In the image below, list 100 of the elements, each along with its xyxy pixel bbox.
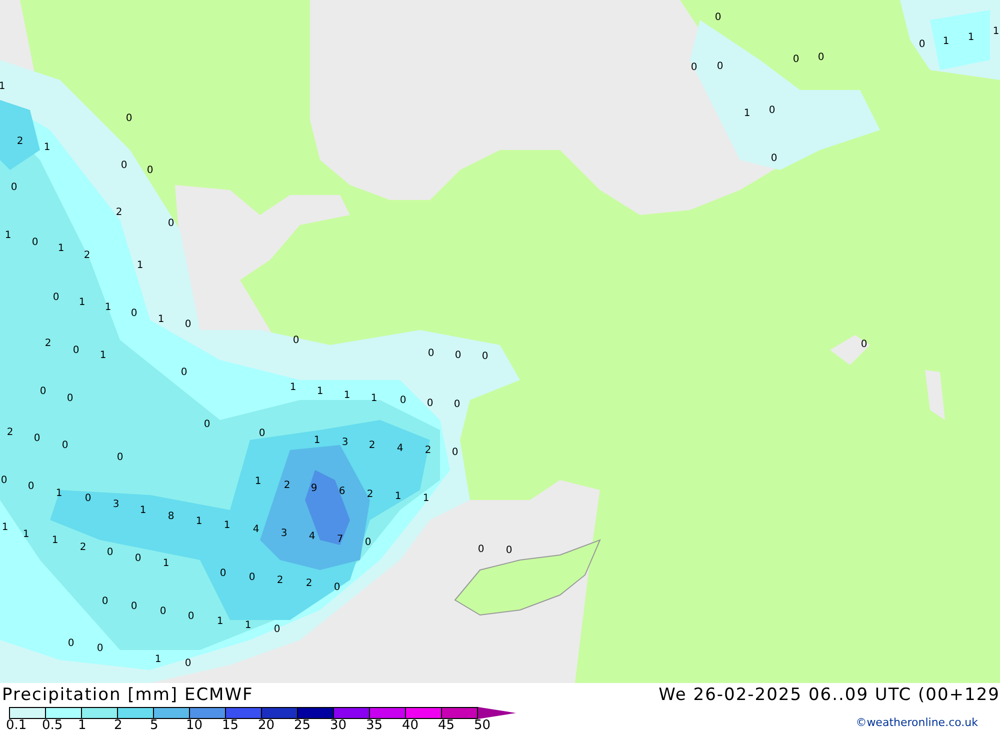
precipitation-value: 1 xyxy=(196,516,202,527)
legend-tick: 40 xyxy=(402,719,419,733)
precipitation-value: 2 xyxy=(424,445,432,456)
precipitation-value: 1 xyxy=(162,558,170,569)
legend-tick: 1 xyxy=(78,719,86,733)
precipitation-value: 1 xyxy=(314,435,320,446)
precipitation-value: 0 xyxy=(364,537,372,548)
precipitation-value: 1 xyxy=(216,616,224,627)
precipitation-value: 2 xyxy=(16,136,24,147)
legend-tick: 5 xyxy=(150,719,158,733)
precipitation-value: 1 xyxy=(104,302,112,313)
precipitation-value: 1 xyxy=(290,382,296,393)
credit-link[interactable]: ©weatheronline.co.uk xyxy=(856,716,978,729)
precipitation-value: 1 xyxy=(78,297,86,308)
precipitation-value: 2 xyxy=(6,427,14,438)
precipitation-value: 0 xyxy=(714,12,722,23)
precipitation-value: 1 xyxy=(44,142,50,153)
precipitation-value: 0 xyxy=(52,292,60,303)
precipitation-value: 1 xyxy=(992,26,1000,37)
precipitation-value: 0 xyxy=(188,611,194,622)
precipitation-value: 1 xyxy=(254,476,262,487)
legend-tick: 15 xyxy=(222,719,239,733)
precipitation-value: 1 xyxy=(22,529,30,540)
precipitation-value: 1 xyxy=(394,491,402,502)
precipitation-value: 0 xyxy=(160,606,166,617)
precipitation-value: 0 xyxy=(96,643,104,654)
precipitation-value: 0 xyxy=(292,335,300,346)
legend-tick: 35 xyxy=(366,719,383,733)
precipitation-value: 0 xyxy=(32,237,38,248)
legend-tick: 2 xyxy=(114,719,122,733)
precipitation-value: 2 xyxy=(366,489,374,500)
precipitation-value: 1 xyxy=(58,243,64,254)
precipitation-value: 0 xyxy=(428,348,434,359)
precipitation-value: 0 xyxy=(918,39,926,50)
precipitation-value: 1 xyxy=(942,36,950,47)
precipitation-value: 1 xyxy=(344,390,350,401)
precipitation-value: 0 xyxy=(454,350,462,361)
precipitation-value: 0 xyxy=(130,601,138,612)
precipitation-value: 2 xyxy=(276,575,284,586)
precipitation-value: 1 xyxy=(158,314,164,325)
precipitation-value: 0 xyxy=(40,386,46,397)
precipitation-value: 4 xyxy=(252,524,260,535)
precipitation-value: 0 xyxy=(0,475,8,486)
precipitation-value: 0 xyxy=(72,345,80,356)
precipitation-value: 1 xyxy=(370,393,378,404)
precipitation-value: 2 xyxy=(116,207,122,218)
precipitation-value: 8 xyxy=(168,511,174,522)
precipitation-value: 1 xyxy=(2,522,8,533)
precipitation-value: 0 xyxy=(102,596,108,607)
precipitation-value: 1 xyxy=(224,520,230,531)
precipitation-value: 0 xyxy=(68,638,74,649)
precipitation-value: 0 xyxy=(134,553,142,564)
legend-tick: 45 xyxy=(438,719,455,733)
precipitation-value: 1 xyxy=(244,620,252,631)
precipitation-value: 0 xyxy=(220,568,226,579)
precipitation-value: 0 xyxy=(478,544,484,555)
precipitation-value: 7 xyxy=(336,534,344,545)
precipitation-value: 3 xyxy=(112,499,120,510)
precipitation-value: 1 xyxy=(136,260,144,271)
precipitation-value: 1 xyxy=(4,230,12,241)
precipitation-value: 0 xyxy=(84,493,92,504)
legend-tick: 20 xyxy=(258,719,275,733)
precipitation-value: 2 xyxy=(306,578,312,589)
precipitation-value: 0 xyxy=(482,351,488,362)
precipitation-value: 0 xyxy=(146,165,154,176)
precipitation-value: 0 xyxy=(28,481,34,492)
precipitation-value: 0 xyxy=(10,182,18,193)
precipitation-value: 1 xyxy=(744,108,750,119)
precipitation-value: 0 xyxy=(818,52,824,63)
precipitation-value: 1 xyxy=(140,505,146,516)
precipitation-value: 0 xyxy=(426,398,434,409)
precipitation-value: 0 xyxy=(126,113,132,124)
precipitation-value: 0 xyxy=(860,339,868,350)
precipitation-value: 9 xyxy=(310,483,318,494)
precipitation-value: 0 xyxy=(184,319,192,330)
precipitation-value: 0 xyxy=(768,105,776,116)
precipitation-value: 1 xyxy=(154,654,162,665)
precipitation-value: 1 xyxy=(52,535,58,546)
valid-time: We 26-02-2025 06..09 UTC (00+129 xyxy=(658,685,1000,705)
precipitation-value: 1 xyxy=(316,386,324,397)
legend-tick: 30 xyxy=(330,719,347,733)
precipitation-value: 0 xyxy=(130,308,138,319)
legend-arrow-icon xyxy=(478,707,516,719)
precipitation-value: 0 xyxy=(258,428,266,439)
precipitation-value: 0 xyxy=(334,582,340,593)
precipitation-value: 1 xyxy=(0,81,6,92)
legend-tick: 0.5 xyxy=(42,719,63,733)
precipitation-value: 0 xyxy=(452,447,458,458)
precipitation-value: 0 xyxy=(204,419,210,430)
precipitation-value: 2 xyxy=(84,250,90,261)
legend-tick: 25 xyxy=(294,719,311,733)
precipitation-value: 0 xyxy=(506,545,512,556)
legend-tick: 50 xyxy=(474,719,491,733)
precipitation-value: 1 xyxy=(968,32,974,43)
precipitation-value: 0 xyxy=(274,624,280,635)
precipitation-value: 0 xyxy=(184,658,192,669)
precipitation-value: 0 xyxy=(168,218,174,229)
map-title: Precipitation [mm] ECMWF xyxy=(2,685,254,705)
precipitation-value: 2 xyxy=(284,480,290,491)
precipitation-value: 0 xyxy=(792,54,800,65)
